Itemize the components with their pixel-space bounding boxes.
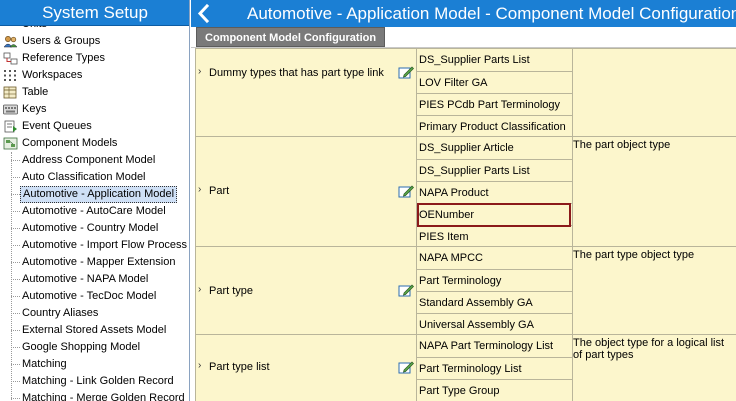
sidebar-item-auto-classification-model[interactable]: Auto Classification Model (0, 169, 189, 186)
sidebar-item-label: Automotive - TecDoc Model (22, 290, 157, 302)
sidebar-item-label: Matching - Merge Golden Record (22, 392, 185, 401)
sidebar-item-users-groups[interactable]: Users & Groups (0, 33, 189, 50)
link-item[interactable]: OENumber (417, 203, 573, 225)
expand-arrow-icon[interactable]: › (198, 360, 201, 371)
edit-icon[interactable] (398, 283, 414, 297)
link-item[interactable]: DS_Supplier Parts List (417, 159, 573, 181)
sidebar-item-label: Auto Classification Model (22, 171, 146, 183)
chevron-left-icon (197, 3, 210, 24)
table-row: › Dummy types that has part type link DS… (195, 48, 736, 136)
sidebar-item-automotive-tecdoc-model[interactable]: Automotive - TecDoc Model (0, 288, 189, 305)
table-row: › Part type NAPA MPCC Part Terminology S… (195, 246, 736, 334)
sidebar-item-event-queues[interactable]: Event Queues (0, 118, 189, 135)
link-item[interactable]: DS_Supplier Parts List (417, 49, 573, 71)
configuration-grid: › Dummy types that has part type link DS… (195, 48, 736, 401)
sidebar-item-label: Automotive - Country Model (22, 222, 159, 234)
sidebar-item-label: Matching - Link Golden Record (22, 375, 174, 387)
sidebar-item-label: Automotive - AutoCare Model (22, 205, 166, 217)
sidebar-tree: Units Users & Groups Reference Types Wor… (0, 24, 189, 401)
row-name: Part type (209, 285, 254, 297)
tab-component-model-configuration[interactable]: Component Model Configuration (196, 27, 386, 47)
expand-arrow-icon[interactable]: › (198, 284, 201, 295)
main-panel: Automotive - Application Model - Compone… (191, 0, 736, 401)
row-description: The object type for a logical list of pa… (573, 337, 725, 361)
row-description: The part type object type (573, 249, 695, 261)
link-item[interactable]: Part Terminology (417, 269, 573, 291)
sidebar-item-table[interactable]: Table (0, 84, 189, 101)
link-item[interactable]: NAPA MPCC (417, 247, 573, 269)
sidebar-item-automotive-autocare-model[interactable]: Automotive - AutoCare Model (0, 203, 189, 220)
sidebar-item-automotive-application-model[interactable]: Automotive - Application Model (0, 186, 189, 203)
row-name: Part (209, 185, 230, 197)
edit-icon[interactable] (398, 65, 414, 79)
sidebar-item-label: Table (22, 86, 49, 98)
workspaces-icon (4, 70, 16, 81)
sidebar-item-matching-link-golden-record[interactable]: Matching - Link Golden Record (0, 373, 189, 390)
edit-icon[interactable] (398, 360, 414, 374)
users-icon (3, 36, 18, 48)
keys-icon (3, 104, 18, 115)
link-item[interactable]: PIES PCdb Part Terminology (417, 93, 573, 115)
sidebar-item-country-aliases[interactable]: Country Aliases (0, 305, 189, 322)
link-item[interactable]: Part Type Group (417, 379, 573, 401)
sidebar-item-label: Automotive - Import Flow Process (22, 239, 188, 251)
sidebar-item-component-models[interactable]: Component Models (0, 135, 189, 152)
row-name: Dummy types that has part type link (209, 67, 384, 79)
sidebar-item-label: Automotive - Mapper Extension (22, 256, 176, 268)
sidebar-item-matching-merge-golden-record[interactable]: Matching - Merge Golden Record (0, 390, 189, 401)
sidebar-item-automotive-country-model[interactable]: Automotive - Country Model (0, 220, 189, 237)
link-item[interactable]: DS_Supplier Article (417, 137, 573, 159)
sidebar-item-label: Event Queues (22, 120, 92, 132)
link-item[interactable]: NAPA Part Terminology List (417, 335, 573, 357)
sidebar-item-label: Automotive - NAPA Model (22, 273, 149, 285)
table-row: › Part type list NAPA Part Terminology L… (195, 334, 736, 401)
sidebar-item-label: Reference Types (22, 52, 105, 64)
sidebar-item-label: Address Component Model (22, 154, 156, 166)
expand-arrow-icon[interactable]: › (198, 184, 201, 195)
link-item[interactable]: Part Terminology List (417, 357, 573, 379)
sidebar-title: System Setup (0, 0, 189, 26)
sidebar-item-label: Matching (22, 358, 67, 370)
component-models-icon (3, 137, 18, 150)
sidebar-item-reference-types[interactable]: Reference Types (0, 50, 189, 67)
sidebar-item-workspaces[interactable]: Workspaces (0, 67, 189, 84)
link-item[interactable]: PIES Item (417, 225, 573, 247)
sidebar-item-keys[interactable]: Keys (0, 101, 189, 118)
sidebar-item-label: Google Shopping Model (22, 341, 141, 353)
sidebar-item-label: Automotive - Application Model (20, 186, 178, 203)
link-item[interactable]: Standard Assembly GA (417, 291, 573, 313)
sidebar-item-label: Keys (22, 103, 47, 115)
link-item[interactable]: Primary Product Classification (417, 115, 573, 137)
tab-bar: Component Model Configuration (191, 27, 736, 48)
title-bar: Automotive - Application Model - Compone… (191, 0, 736, 27)
expand-arrow-icon[interactable]: › (198, 66, 201, 77)
sidebar: Units Users & Groups Reference Types Wor… (0, 0, 190, 401)
reference-types-icon (3, 52, 18, 65)
page-title: Automotive - Application Model - Compone… (247, 4, 736, 23)
sidebar-item-label: External Stored Assets Model (22, 324, 167, 336)
link-item[interactable]: Universal Assembly GA (417, 313, 573, 335)
link-item[interactable]: LOV Filter GA (417, 71, 573, 93)
sidebar-item-automotive-napa-model[interactable]: Automotive - NAPA Model (0, 271, 189, 288)
sidebar-item-automotive-import-flow-process[interactable]: Automotive - Import Flow Process (0, 237, 189, 254)
row-name: Part type list (209, 361, 270, 373)
row-description: The part object type (573, 139, 671, 151)
sidebar-item-label: Users & Groups (22, 35, 101, 47)
sidebar-item-label: Country Aliases (22, 307, 99, 319)
sidebar-item-label: Component Models (22, 137, 118, 149)
sidebar-item-address-component-model[interactable]: Address Component Model (0, 152, 189, 169)
sidebar-item-external-stored-assets-model[interactable]: External Stored Assets Model (0, 322, 189, 339)
table-icon (3, 86, 17, 99)
table-row: › Part DS_Supplier Article DS_Supplier P… (195, 136, 736, 246)
link-item[interactable]: NAPA Product (417, 181, 573, 203)
sidebar-item-automotive-mapper-extension[interactable]: Automotive - Mapper Extension (0, 254, 189, 271)
sidebar-item-matching[interactable]: Matching (0, 356, 189, 373)
sidebar-item-label: Workspaces (22, 69, 83, 81)
event-queues-icon (4, 120, 17, 133)
sidebar-item-google-shopping-model[interactable]: Google Shopping Model (0, 339, 189, 356)
back-button[interactable] (191, 0, 217, 27)
edit-icon[interactable] (398, 184, 414, 198)
